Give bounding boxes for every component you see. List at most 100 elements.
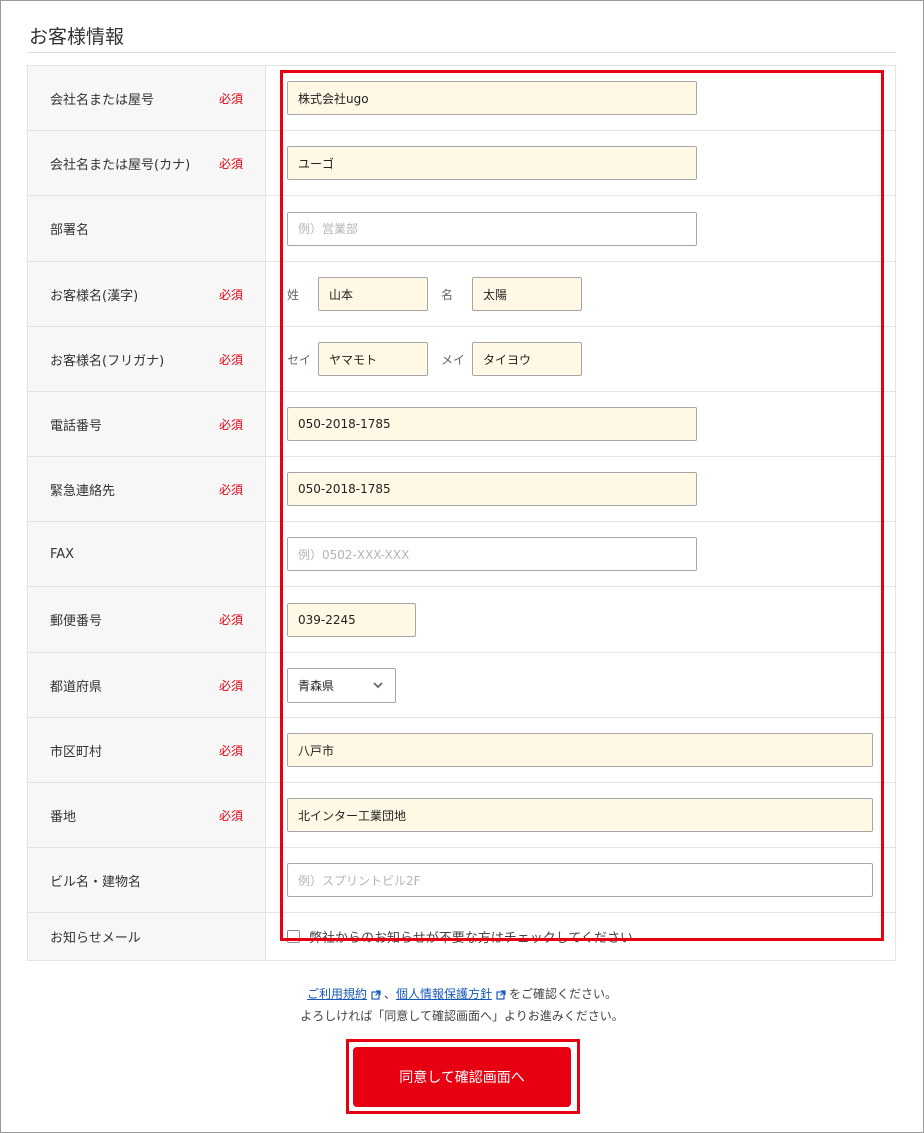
form-row-city: 市区町村 必須 八戸市 [27,718,896,783]
label-cell: 市区町村 必須 [27,718,266,782]
company-kana-input[interactable]: ユーゴ [287,146,697,180]
city-input[interactable]: 八戸市 [287,733,873,767]
value-cell: 050-2018-1785 [266,457,896,521]
privacy-policy-link[interactable]: 個人情報保護方針 [396,987,492,1001]
label-cell: お知らせメール [27,913,266,960]
form-row-building: ビル名・建物名 例）スプリントビル2F [27,848,896,913]
first-name-input[interactable]: 太陽 [472,277,583,311]
department-input[interactable]: 例）営業部 [287,211,697,246]
form-row-company-kana: 会社名または屋号(カナ) 必須 ユーゴ [27,131,896,196]
field-label: ビル名・建物名 [50,874,142,890]
form-row-postal: 郵便番号 必須 039-2245 [27,587,896,653]
fax-input[interactable]: 例）0502-XXX-XXX [287,537,697,571]
last-name-kana-input[interactable]: ヤマモト [318,342,429,376]
value-cell: 青森県 [266,653,896,717]
field-label: お客様名(フリガナ) [50,353,165,369]
agree-confirm-button[interactable]: 同意して確認画面へ [353,1047,571,1107]
form-row-newsletter: お知らせメール 弊社からのお知らせが不要な方はチェックしてください [27,913,896,961]
value-cell: 北インター工業団地 [266,783,896,847]
label-cell: FAX [27,522,266,586]
label-cell: 会社名または屋号 必須 [27,66,266,130]
value-cell: 039-2245 [266,587,896,652]
form-row-phone: 電話番号 必須 050-2018-1785 [27,392,896,457]
form-row-name-kanji: お客様名(漢字) 必須 姓 山本 名 太陽 [27,262,896,327]
required-badge: 必須 [218,287,243,302]
notice-separator: 、 [383,987,396,1001]
notice-line2: よろしければ「同意して確認画面へ」よりお進みください。 [300,1009,624,1023]
section-title: お客様情報 [29,26,125,48]
field-label: 緊急連絡先 [50,483,116,499]
postal-code-input[interactable]: 039-2245 [287,602,416,637]
form-row-address: 番地 必須 北インター工業団地 [27,783,896,848]
field-label: 郵便番号 [50,614,103,629]
prefecture-selected: 青森県 [298,678,335,693]
first-name-kana-input[interactable]: タイヨウ [472,342,583,376]
required-badge: 必須 [218,352,243,367]
first-name-kana-label: メイ [441,352,466,367]
phone-input[interactable]: 050-2018-1785 [287,407,697,441]
field-label: 市区町村 [50,744,103,760]
field-label: 会社名または屋号(カナ) [50,157,191,173]
field-label: 会社名または屋号 [50,92,155,108]
emergency-contact-input[interactable]: 050-2018-1785 [287,472,697,506]
required-badge: 必須 [218,678,243,693]
form-row-department: 部署名 例）営業部 [27,196,896,262]
value-cell: 八戸市 [266,718,896,782]
label-cell: 部署名 [27,196,266,261]
field-label: お客様名(漢字) [50,288,139,304]
required-badge: 必須 [218,613,243,627]
address-input[interactable]: 北インター工業団地 [287,798,873,832]
label-cell: お客様名(フリガナ) 必須 [27,327,266,391]
value-cell: 例）スプリントビル2F [266,848,896,912]
chevron-down-icon [373,682,383,689]
field-label: 都道府県 [50,679,103,695]
newsletter-opt-out-checkbox[interactable] [287,930,300,943]
label-cell: ビル名・建物名 [27,848,266,912]
checkbox-label[interactable]: 弊社からのお知らせが不要な方はチェックしてください [309,927,633,946]
prefecture-select[interactable]: 青森県 [287,667,396,703]
value-cell: 姓 山本 名 太陽 [266,262,896,326]
terms-link[interactable]: ご利用規約 [307,987,367,1001]
value-cell: 弊社からのお知らせが不要な方はチェックしてください [266,913,896,960]
first-name-label: 名 [441,287,454,302]
building-input[interactable]: 例）スプリントビル2F [287,863,873,897]
field-label: 部署名 [50,223,90,238]
label-cell: 郵便番号 必須 [27,587,266,652]
last-name-input[interactable]: 山本 [318,277,429,311]
value-cell: セイ ヤマモト メイ タイヨウ [266,327,896,391]
last-name-label: 姓 [287,287,300,302]
required-badge: 必須 [218,743,243,758]
form-row-company: 会社名または屋号 必須 株式会社ugo [27,66,896,131]
external-link-icon [496,989,506,1000]
form-row-fax: FAX 例）0502-XXX-XXX [27,522,896,587]
company-input[interactable]: 株式会社ugo [287,81,697,115]
value-cell: 例）0502-XXX-XXX [266,522,896,586]
field-label: お知らせメール [50,931,141,946]
value-cell: ユーゴ [266,131,896,195]
form-row-emergency: 緊急連絡先 必須 050-2018-1785 [27,457,896,522]
form-row-prefecture: 都道府県 必須 青森県 [27,653,896,718]
value-cell: 株式会社ugo [266,66,896,130]
last-name-kana-label: セイ [287,352,312,367]
label-cell: 番地 必須 [27,783,266,847]
value-cell: 050-2018-1785 [266,392,896,456]
label-cell: 電話番号 必須 [27,392,266,456]
title-divider [27,52,896,53]
field-label: FAX [50,546,75,562]
value-cell: 例）営業部 [266,196,896,261]
customer-form: 会社名または屋号 必須 株式会社ugo 会社名または屋号(カナ) 必須 ユーゴ … [27,65,896,961]
field-label: 電話番号 [50,418,103,434]
label-cell: 緊急連絡先 必須 [27,457,266,521]
notice-line1-suffix: をご確認ください。 [509,987,618,1001]
terms-notice: ご利用規約 、個人情報保護方針 をご確認ください。 [0,985,924,1002]
label-cell: 都道府県 必須 [27,653,266,717]
form-row-name-kana: お客様名(フリガナ) 必須 セイ ヤマモト メイ タイヨウ [27,327,896,392]
field-label: 番地 [50,809,77,825]
required-badge: 必須 [218,91,243,106]
required-badge: 必須 [218,417,243,432]
required-badge: 必須 [218,808,243,823]
label-cell: お客様名(漢字) 必須 [27,262,266,326]
required-badge: 必須 [218,482,243,497]
label-cell: 会社名または屋号(カナ) 必須 [27,131,266,195]
required-badge: 必須 [218,156,243,171]
